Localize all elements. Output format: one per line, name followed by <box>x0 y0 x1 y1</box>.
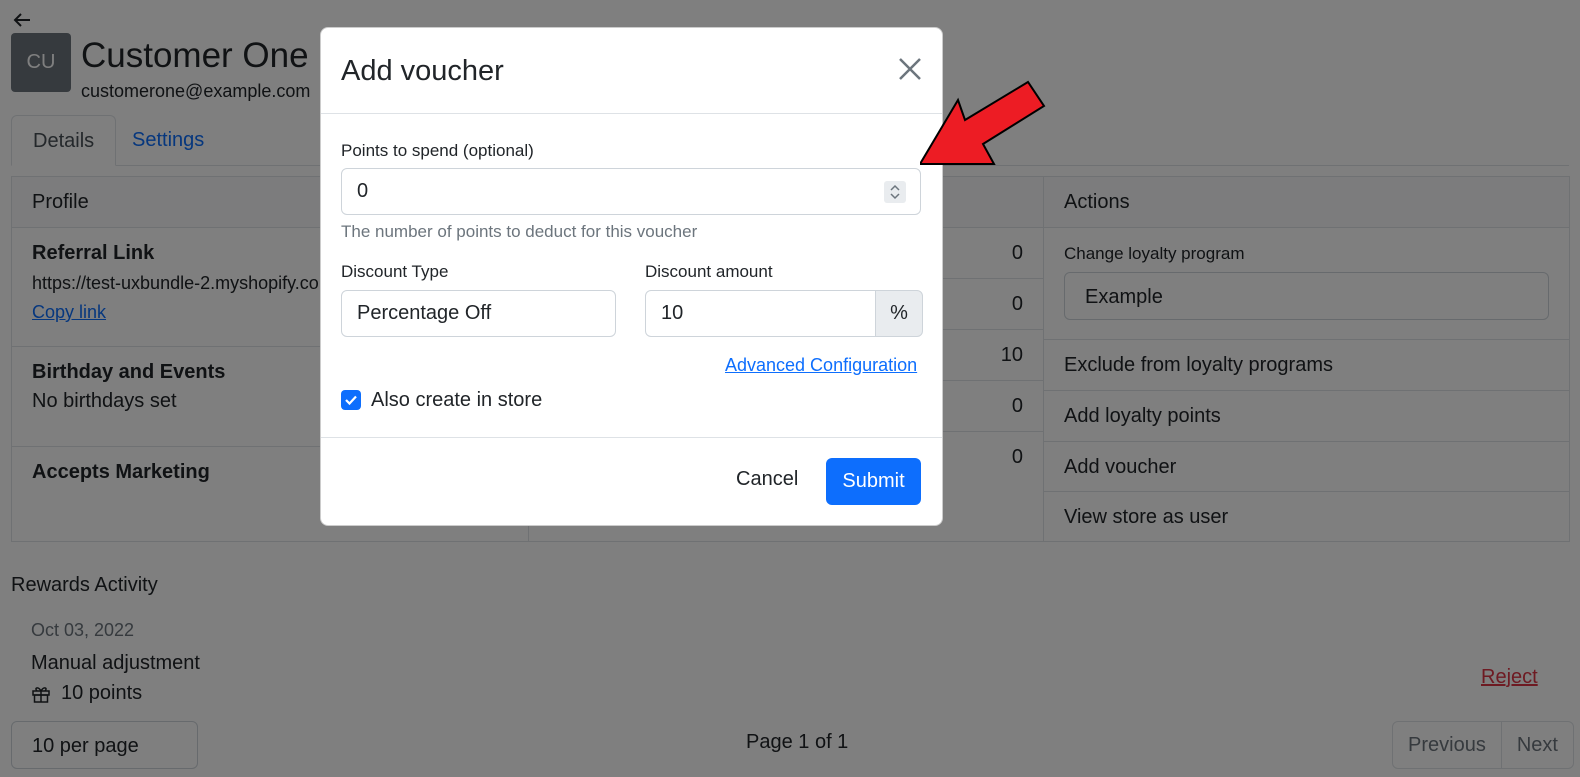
modal-header: Add voucher <box>321 28 942 114</box>
discount-type-select[interactable]: Percentage Off <box>341 290 616 337</box>
close-icon[interactable] <box>897 56 923 82</box>
add-voucher-modal: Add voucher Points to spend (optional) 0… <box>320 27 943 526</box>
check-icon <box>345 395 357 406</box>
modal-footer: Cancel Submit <box>321 437 942 527</box>
discount-amount-label: Discount amount <box>645 262 773 281</box>
discount-amount-input[interactable]: 10 <box>645 290 876 337</box>
percent-suffix: % <box>875 290 923 337</box>
advanced-configuration-link[interactable]: Advanced Configuration <box>725 355 917 376</box>
points-value: 0 <box>357 180 369 202</box>
red-arrow-annotation-icon <box>920 80 1046 165</box>
submit-button[interactable]: Submit <box>826 458 921 505</box>
points-input[interactable]: 0 <box>341 168 921 215</box>
discount-type-label: Discount Type <box>341 262 449 281</box>
also-create-label[interactable]: Also create in store <box>371 389 542 412</box>
modal-title: Add voucher <box>341 55 504 87</box>
points-label: Points to spend (optional) <box>341 141 534 160</box>
points-help-text: The number of points to deduct for this … <box>341 222 698 241</box>
also-create-checkbox[interactable] <box>341 390 361 410</box>
cancel-button[interactable]: Cancel <box>736 468 798 491</box>
number-spinner-icon[interactable] <box>884 181 906 203</box>
